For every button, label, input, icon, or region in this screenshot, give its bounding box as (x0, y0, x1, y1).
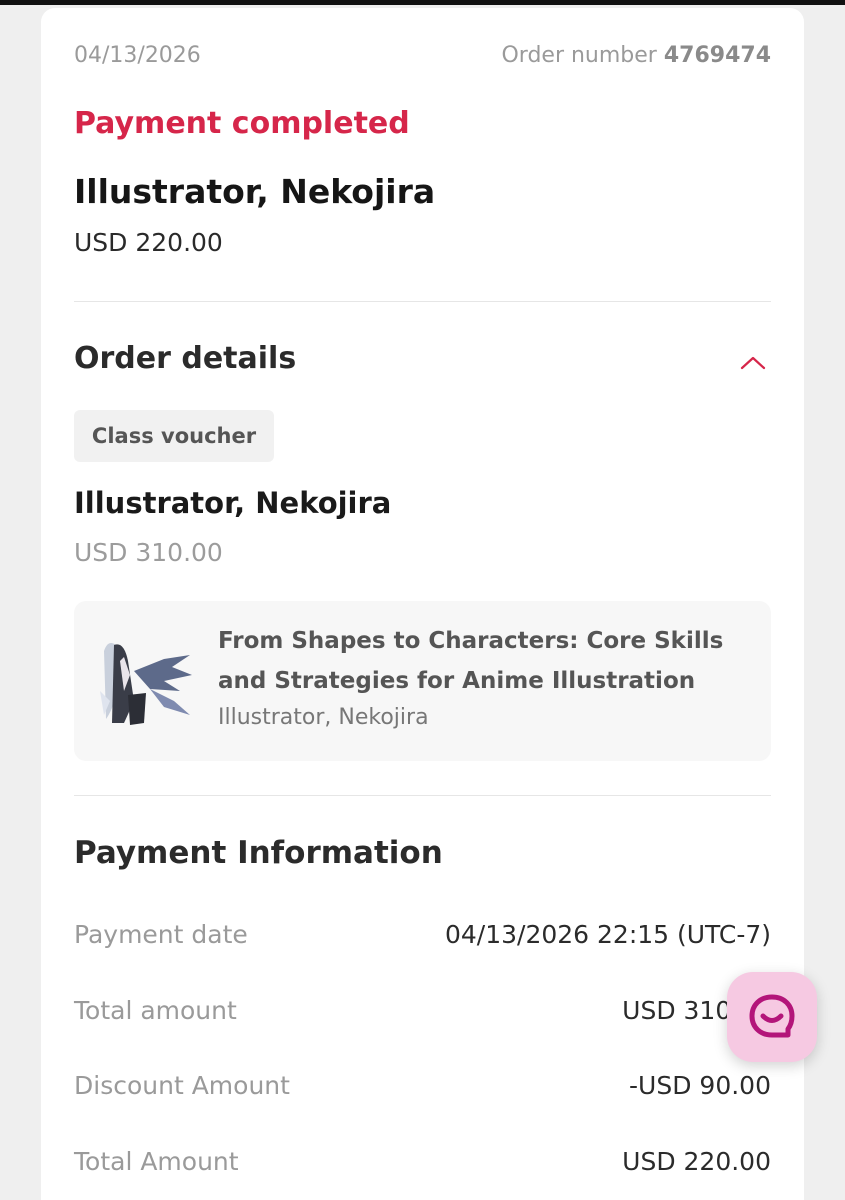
course-author: Illustrator, Nekojira (218, 705, 429, 730)
order-original-price: USD 310.00 (74, 538, 223, 567)
chevron-up-icon[interactable] (739, 349, 767, 377)
chat-smile-icon (749, 994, 795, 1038)
payment-date-value: 04/13/2026 22:15 (UTC-7) (444, 920, 771, 949)
order-seller-name: Illustrator, Nekojira (74, 486, 392, 520)
chat-button[interactable] (727, 972, 817, 1062)
course-title: From Shapes to Characters: Core Skills a… (218, 628, 724, 694)
paid-price: USD 220.00 (74, 228, 223, 257)
payment-status: Payment completed (74, 106, 410, 141)
top-strip (0, 0, 845, 5)
class-voucher-chip: Class voucher (74, 410, 274, 462)
final-amount-value: USD 220.00 (622, 1147, 771, 1176)
total-amount-label: Total amount (74, 996, 237, 1025)
final-amount-label: Total Amount (74, 1147, 239, 1176)
discount-amount-value: -USD 90.00 (629, 1071, 771, 1100)
payment-info-title: Payment Information (74, 835, 443, 871)
divider (74, 795, 771, 796)
divider (74, 301, 771, 302)
discount-amount-label: Discount Amount (74, 1071, 290, 1100)
order-number-value: 4769474 (663, 43, 771, 68)
order-number: Order number 4769474 (501, 43, 771, 68)
order-details-title: Order details (74, 341, 297, 376)
payment-date-label: Payment date (74, 920, 248, 949)
seller-name: Illustrator, Nekojira (74, 172, 436, 211)
course-thumbnail (94, 631, 200, 733)
order-card: 04/13/2026 Order number 4769474 Payment … (41, 8, 804, 1200)
order-number-label: Order number (501, 43, 657, 68)
course-card[interactable]: From Shapes to Characters: Core Skills a… (74, 601, 771, 761)
order-date: 04/13/2026 (74, 43, 201, 68)
